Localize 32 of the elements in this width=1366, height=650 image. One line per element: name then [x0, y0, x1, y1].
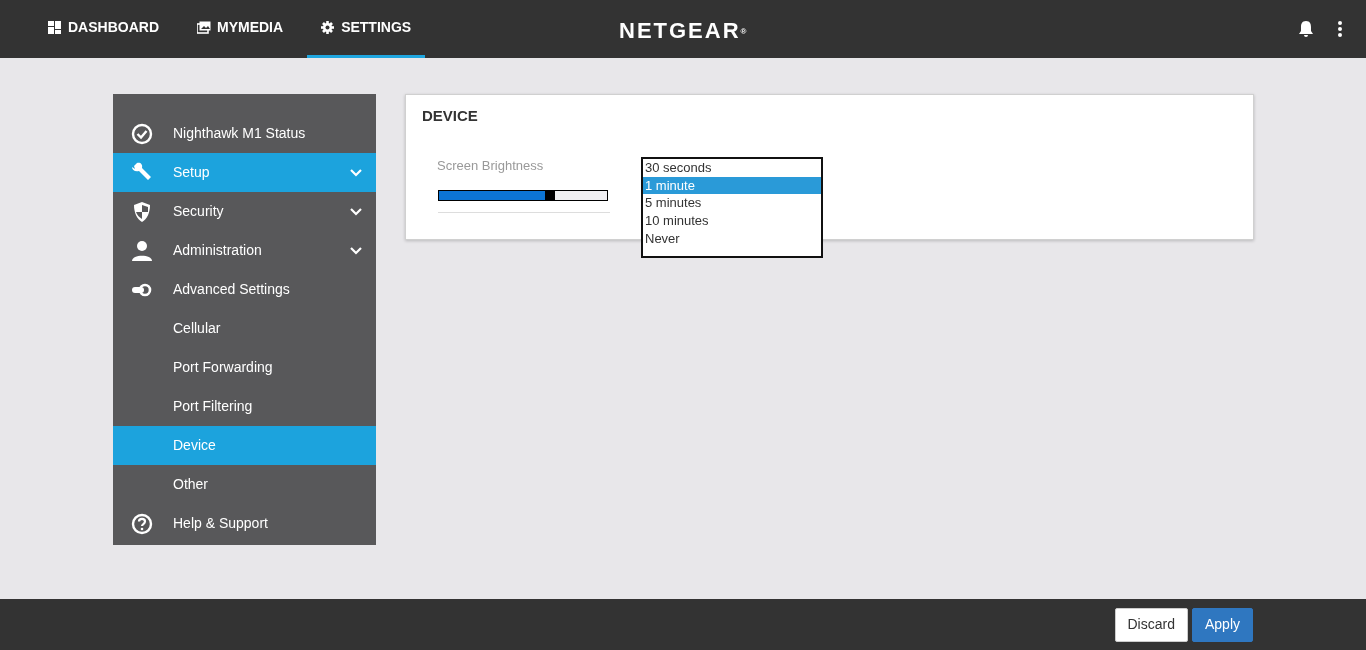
logo: NETGEAR$^{®}$: [619, 17, 747, 45]
sidebar-item[interactable]: Help & Support: [113, 504, 376, 543]
sidebar-item[interactable]: Port Filtering: [113, 387, 376, 426]
gear-icon: [321, 21, 336, 34]
sidebar-item[interactable]: Other: [113, 465, 376, 504]
nav-tab[interactable]: SETTINGS: [307, 0, 426, 58]
field-label: Screen Brightness: [437, 156, 544, 175]
bell-icon: [1298, 20, 1314, 38]
nav-tab[interactable]: DASHBOARD: [34, 0, 173, 58]
sidebar-item[interactable]: Cellular: [113, 309, 376, 348]
nav-tab[interactable]: MYMEDIA: [183, 0, 298, 58]
slider-thumb[interactable]: [544, 189, 555, 201]
discard-button[interactable]: Discard: [1114, 607, 1188, 642]
brightness-slider[interactable]: [438, 189, 608, 201]
dropdown-option[interactable]: 10 minutes: [643, 212, 821, 230]
more-menu-icon: [1338, 21, 1342, 37]
sidebar-item[interactable]: Nighthawk M1 Status: [113, 114, 376, 153]
sidebar-item[interactable]: Administration: [113, 231, 376, 270]
shield-icon: [131, 200, 153, 223]
card-title: DEVICE: [422, 106, 479, 126]
sidebar-item[interactable]: Advanced Settings: [113, 270, 376, 309]
dropdown-option[interactable]: Never: [643, 229, 821, 248]
photos-icon: [197, 21, 211, 34]
dropdown-option[interactable]: 5 minutes: [643, 194, 821, 213]
sidebar-item[interactable]: Port Forwarding: [113, 348, 376, 387]
help-circle-icon: [131, 512, 153, 535]
sidebar-item[interactable]: Security: [113, 192, 376, 231]
check-circle-icon: [131, 122, 153, 145]
person-icon: [131, 239, 153, 262]
dropdown-option[interactable]: 30 seconds: [643, 159, 821, 177]
apply-button[interactable]: Apply: [1191, 607, 1253, 642]
grid-icon: [48, 21, 62, 34]
